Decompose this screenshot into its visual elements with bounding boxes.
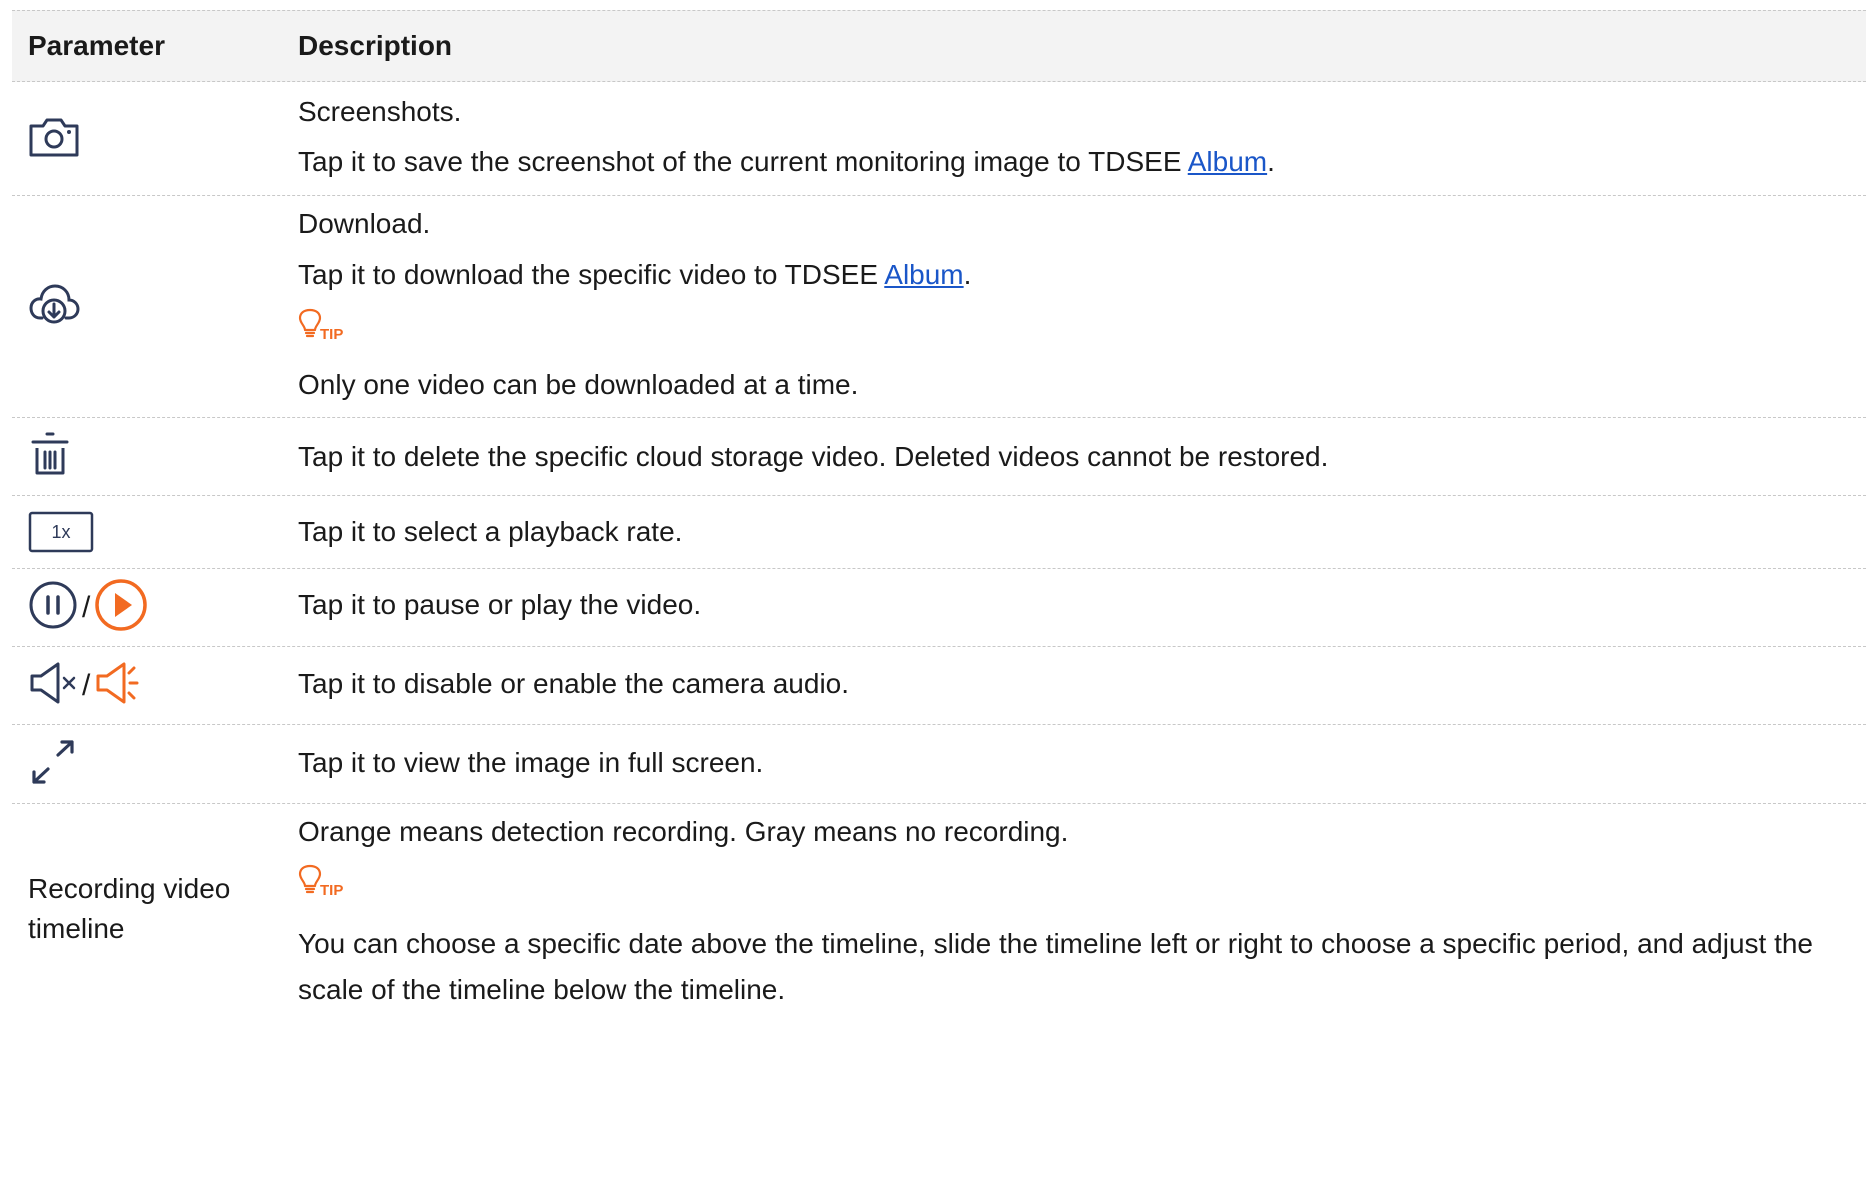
table-row-delete: Tap it to delete the specific cloud stor… [12, 418, 1866, 496]
description-cell: Screenshots. Tap it to save the screensh… [298, 82, 1856, 195]
separator: / [82, 668, 91, 702]
parameter-cell [28, 82, 278, 195]
header-description-label: Description [298, 30, 453, 61]
album-link[interactable]: Album [884, 259, 963, 290]
description-cell: Tap it to view the image in full screen. [298, 725, 1856, 803]
tip-callout: TIP [298, 308, 343, 345]
download-desc-text: Tap it to download the specific video to… [298, 259, 885, 290]
table-row-playback-rate: 1x Tap it to select a playback rate. [12, 496, 1866, 569]
timeline-parameter: Recording video timeline [28, 873, 231, 944]
tip-callout: TIP [298, 864, 343, 901]
rate-description: Tap it to select a playback rate. [298, 516, 683, 547]
description-cell: Tap it to select a playback rate. [298, 496, 1856, 568]
timeline-description: Orange means detection recording. Gray m… [298, 816, 1069, 847]
screenshot-description: Tap it to save the screenshot of the cur… [298, 144, 1275, 180]
delete-description: Tap it to delete the specific cloud stor… [298, 441, 1329, 472]
playback-rate-icon: 1x [28, 511, 94, 553]
parameter-cell [28, 418, 278, 495]
download-title: Download. [298, 208, 431, 239]
description-cell: Download. Tap it to download the specifi… [298, 196, 1856, 417]
camera-icon [28, 114, 80, 163]
header-description-cell: Description [298, 11, 452, 81]
parameter-cell: Recording video timeline [28, 804, 278, 1014]
parameter-cell: / [28, 647, 278, 724]
download-tip-text: Only one video can be downloaded at a ti… [298, 369, 859, 400]
download-description: Tap it to download the specific video to… [298, 257, 971, 293]
table-row-timeline: Recording video timeline Orange means de… [12, 804, 1866, 1014]
table-row-audio: / Tap it to disable or enable the camera… [12, 647, 1866, 725]
description-cell: Orange means detection recording. Gray m… [298, 804, 1856, 1014]
parameter-cell: / [28, 569, 278, 646]
lightbulb-icon [298, 308, 322, 345]
table-row-fullscreen: Tap it to view the image in full screen. [12, 725, 1866, 804]
tip-label: TIP [320, 326, 344, 343]
parameter-cell [28, 725, 278, 803]
parameter-cell: 1x [28, 496, 278, 568]
pause-icon [28, 580, 78, 635]
speaker-muted-icon [28, 660, 78, 711]
trash-icon [28, 430, 72, 483]
description-cell: Tap it to delete the specific cloud stor… [298, 418, 1856, 495]
timeline-tip-text: You can choose a specific date above the… [298, 928, 1813, 1005]
fullscreen-icon [28, 739, 78, 790]
parameter-table: Parameter Description Screenshots. Tap i… [12, 10, 1866, 1014]
separator: / [82, 590, 91, 624]
download-desc-suffix: . [963, 259, 972, 290]
pause-play-description: Tap it to pause or play the video. [298, 589, 702, 620]
description-cell: Tap it to pause or play the video. [298, 569, 1856, 646]
screenshot-desc-suffix: . [1267, 146, 1275, 177]
table-row-pause-play: / Tap it to pause or play the video. [12, 569, 1866, 647]
audio-icons: / [28, 660, 140, 711]
audio-description: Tap it to disable or enable the camera a… [298, 668, 850, 699]
screenshot-desc-text: Tap it to save the screenshot of the cur… [298, 146, 1188, 177]
fullscreen-description: Tap it to view the image in full screen. [298, 747, 764, 778]
table-header-row: Parameter Description [12, 10, 1866, 82]
screenshot-title: Screenshots. [298, 96, 462, 127]
lightbulb-icon [298, 864, 322, 901]
header-parameter-label: Parameter [28, 30, 165, 61]
pause-play-icons: / [28, 578, 148, 637]
table-row-download: Download. Tap it to download the specifi… [12, 196, 1866, 418]
header-parameter-cell: Parameter [28, 11, 278, 81]
speaker-on-icon [94, 660, 140, 711]
play-icon [94, 578, 148, 637]
table-row-screenshot: Screenshots. Tap it to save the screensh… [12, 82, 1866, 196]
cloud-download-icon [28, 282, 80, 331]
tip-label: TIP [320, 882, 344, 899]
album-link[interactable]: Album [1188, 146, 1267, 177]
description-cell: Tap it to disable or enable the camera a… [298, 647, 1856, 724]
parameter-cell [28, 196, 278, 417]
playback-rate-label: 1x [51, 521, 71, 542]
